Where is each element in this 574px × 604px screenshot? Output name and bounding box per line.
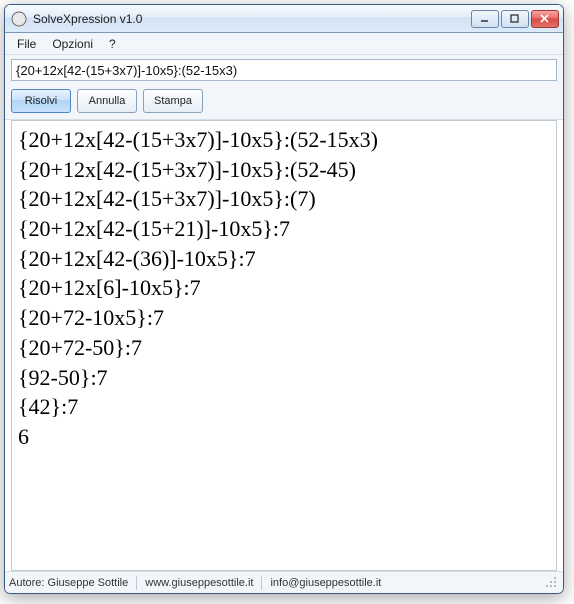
solution-step: 6 — [18, 422, 550, 452]
menu-options[interactable]: Opzioni — [44, 35, 101, 53]
minimize-button[interactable] — [471, 10, 499, 28]
solution-step: {20+12x[42-(15+3x7)]-10x5}:(52-15x3) — [18, 125, 550, 155]
solve-button[interactable]: Risolvi — [11, 89, 71, 113]
menu-file[interactable]: File — [9, 35, 44, 53]
status-email: info@giuseppesottile.it — [270, 577, 381, 589]
solution-step: {20+72-10x5}:7 — [18, 303, 550, 333]
separator — [261, 576, 262, 590]
result-area[interactable]: {20+12x[42-(15+3x7)]-10x5}:(52-15x3){20+… — [11, 120, 557, 571]
close-button[interactable] — [531, 10, 559, 28]
app-window: SolveXpression v1.0 File Opzioni ? Risol… — [4, 4, 564, 594]
menu-help[interactable]: ? — [101, 35, 124, 53]
input-row — [5, 55, 563, 85]
solution-step: {92-50}:7 — [18, 363, 550, 393]
solution-step: {20+12x[42-(15+21)]-10x5}:7 — [18, 214, 550, 244]
expression-input[interactable] — [11, 59, 557, 81]
solution-step: {20+12x[42-(36)]-10x5}:7 — [18, 244, 550, 274]
maximize-button[interactable] — [501, 10, 529, 28]
solution-step: {20+72-50}:7 — [18, 333, 550, 363]
solution-step: {20+12x[42-(15+3x7)]-10x5}:(7) — [18, 184, 550, 214]
solution-step: {20+12x[6]-10x5}:7 — [18, 273, 550, 303]
print-button[interactable]: Stampa — [143, 89, 203, 113]
window-controls — [469, 10, 559, 28]
window-title: SolveXpression v1.0 — [33, 12, 469, 26]
status-author: Autore: Giuseppe Sottile — [9, 577, 128, 589]
cancel-button[interactable]: Annulla — [77, 89, 137, 113]
app-icon — [11, 11, 27, 27]
status-site: www.giuseppesottile.it — [145, 577, 253, 589]
button-row: Risolvi Annulla Stampa — [5, 85, 563, 120]
resize-grip-icon[interactable] — [545, 576, 559, 590]
solution-step: {42}:7 — [18, 392, 550, 422]
solution-step: {20+12x[42-(15+3x7)]-10x5}:(52-45) — [18, 155, 550, 185]
titlebar[interactable]: SolveXpression v1.0 — [5, 5, 563, 33]
separator — [136, 576, 137, 590]
statusbar: Autore: Giuseppe Sottile www.giuseppesot… — [5, 571, 563, 593]
menubar: File Opzioni ? — [5, 33, 563, 55]
